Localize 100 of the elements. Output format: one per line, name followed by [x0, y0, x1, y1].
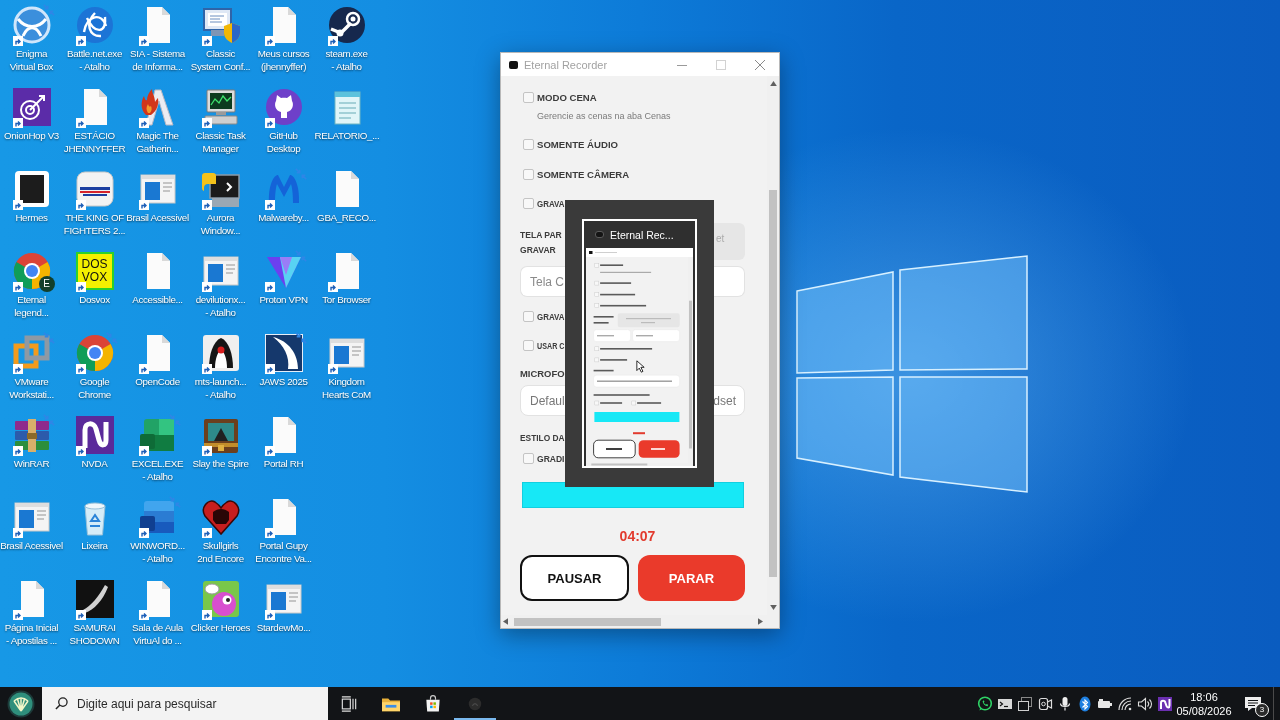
notifications-button[interactable]: 3 [1233, 687, 1273, 720]
fin-icon[interactable] [263, 333, 304, 373]
maximize-icon [715, 59, 726, 70]
piston-icon[interactable] [326, 5, 367, 45]
scroll-right-icon[interactable] [758, 618, 763, 625]
loop-icon[interactable] [1157, 695, 1173, 712]
shopping-bag-icon [423, 693, 443, 714]
scrollbar-thumb[interactable] [769, 190, 777, 577]
stripes-icon[interactable] [74, 169, 115, 209]
icon-label[interactable]: EXCEL.EXE - Atalho [125, 457, 190, 483]
start-orb-icon[interactable] [7, 689, 35, 718]
icon-label[interactable]: WINWORD... - Atalho [125, 539, 190, 565]
scroll-down-icon[interactable] [769, 605, 777, 610]
icon-label[interactable]: THE KING OF FIGHTERS 2... [62, 211, 127, 237]
task-view-icon[interactable] [341, 695, 357, 712]
icon-label[interactable]: VMware Workstati... [0, 375, 64, 401]
checkbox[interactable] [523, 339, 534, 351]
option-label: GRAVA [537, 197, 565, 209]
stop-button[interactable]: PARAR [638, 555, 745, 601]
microphone-icon[interactable] [1057, 695, 1073, 712]
checkbox[interactable] [523, 452, 534, 464]
horizontal-scrollbar[interactable] [501, 615, 779, 628]
icon-label[interactable]: SIA - Sistema de Informa... [125, 47, 190, 73]
heart-icon[interactable] [200, 497, 241, 537]
scroll-up-icon[interactable] [769, 81, 777, 86]
camera-icon[interactable] [1037, 695, 1053, 712]
scroll-left-icon[interactable] [503, 618, 508, 625]
icon-label[interactable]: Kingdom Hearts CoM [314, 375, 379, 401]
checkbox[interactable] [523, 197, 534, 209]
icon-label[interactable]: JAWS 2025 [259, 375, 308, 388]
icon-label[interactable]: OpenCode [135, 375, 180, 388]
vertical-scrollbar[interactable] [767, 76, 779, 615]
sphere-icon[interactable] [11, 5, 52, 45]
icon-label[interactable]: Classic System Conf... [188, 47, 253, 73]
pause-button[interactable]: PAUSAR [520, 555, 629, 601]
mouse-pointer-icon [636, 360, 645, 373]
icon-label[interactable]: Enigma Virtual Box [0, 47, 64, 73]
notification-count: 3 [1255, 703, 1269, 717]
icon-label[interactable]: Malwareby... [258, 211, 309, 224]
icon-label[interactable]: Classic Task Manager [188, 129, 253, 155]
icon-label[interactable]: Magic The Gatherin... [125, 129, 190, 155]
icon-label[interactable]: GitHub Desktop [251, 129, 316, 155]
search-field[interactable]: Digite aqui para pesquisar [42, 687, 328, 720]
icon-label[interactable]: Eternal legend... [0, 293, 64, 319]
icon-label[interactable]: GBA_RECO... [317, 211, 376, 224]
load-screens-button[interactable]: et [714, 223, 745, 260]
icon-label[interactable]: Página Inicial - Apostilas ... [0, 621, 64, 647]
icon-label[interactable]: WinRAR [13, 457, 50, 470]
icon-label[interactable]: Dosvox [79, 293, 110, 306]
app-logo[interactable]: DOS VOX [75, 252, 114, 290]
checkbox[interactable] [523, 91, 534, 103]
icon-label[interactable]: Google Chrome [62, 375, 127, 401]
bluetooth-icon[interactable] [1077, 695, 1093, 712]
icon-label[interactable]: SAMURAI SHODOWN [62, 621, 127, 647]
icon-label[interactable]: ESTÁCIO JHENNYFFER [62, 129, 127, 155]
screen-mode-field[interactable]: Tela C [520, 266, 565, 297]
thumbnail-title: Eternal Rec... [610, 228, 674, 241]
icon-label[interactable]: Portal RH [263, 457, 304, 470]
taskbar-clock[interactable]: 18:06 05/08/2026 [1175, 687, 1233, 720]
icon-label[interactable]: steam.exe - Atalho [314, 47, 379, 73]
icon-label[interactable]: Hermes [15, 211, 48, 224]
icon-label[interactable]: mts-launch... - Atalho [188, 375, 253, 401]
icon-label[interactable]: Proton VPN [259, 293, 308, 306]
checkbox[interactable] [523, 138, 534, 150]
scrollbar-thumb[interactable] [514, 617, 661, 626]
icon-label[interactable]: Lixeira [81, 539, 108, 552]
target-icon[interactable] [11, 87, 52, 127]
swirl-icon[interactable] [74, 5, 115, 45]
icon-label[interactable]: Skullgirls 2nd Encore [188, 539, 253, 565]
icon-label[interactable]: Tor Browser [322, 293, 371, 306]
icon-label[interactable]: Accessible... [132, 293, 183, 306]
icon-label[interactable]: Aurora Window... [188, 211, 253, 237]
icon-label[interactable]: Sala de Aula VirtuAl do ... [125, 621, 190, 647]
creature-icon[interactable] [200, 579, 241, 619]
screen-name-field[interactable] [714, 266, 745, 297]
blade-icon[interactable] [74, 579, 115, 619]
overlapping-windows-icon[interactable] [1017, 695, 1033, 712]
icon-label[interactable]: Clicker Heroes [190, 621, 251, 634]
icon-label[interactable]: Portal Gupy Encontre Va... [251, 539, 316, 565]
icon-label[interactable]: devilutionx... - Atalho [188, 293, 253, 319]
checkbox[interactable] [523, 168, 534, 180]
icon-label[interactable]: NVDA [81, 457, 108, 470]
window-thumbnail[interactable]: Eternal Rec... [582, 219, 697, 468]
icon-label[interactable]: RELATORIO_... [314, 129, 379, 142]
volume-icon[interactable] [1137, 695, 1153, 712]
icon-label[interactable]: StardewMo... [256, 621, 311, 634]
icon-label[interactable]: Slay the Spire [192, 457, 249, 470]
icon-label[interactable]: Battle.net.exe - Atalho [62, 47, 127, 73]
monitor-shield-icon[interactable] [200, 5, 241, 45]
phone-bubble-icon[interactable] [977, 695, 993, 712]
icon-label[interactable]: Brasil Acessivel [126, 211, 189, 224]
loop-icon[interactable] [74, 415, 115, 455]
icon-label[interactable]: Brasil Acessivel [0, 539, 63, 552]
wifi-icon[interactable] [1117, 695, 1133, 712]
icon-label[interactable]: OnionHop V3 [4, 129, 59, 142]
checkbox[interactable] [523, 310, 534, 322]
cat-icon[interactable] [263, 87, 304, 127]
mascot-icon[interactable] [200, 333, 241, 373]
option-label: SOMENTE CÂMERA [537, 168, 630, 180]
icon-label[interactable]: Meus cursos (jhennyffer) [251, 47, 316, 73]
